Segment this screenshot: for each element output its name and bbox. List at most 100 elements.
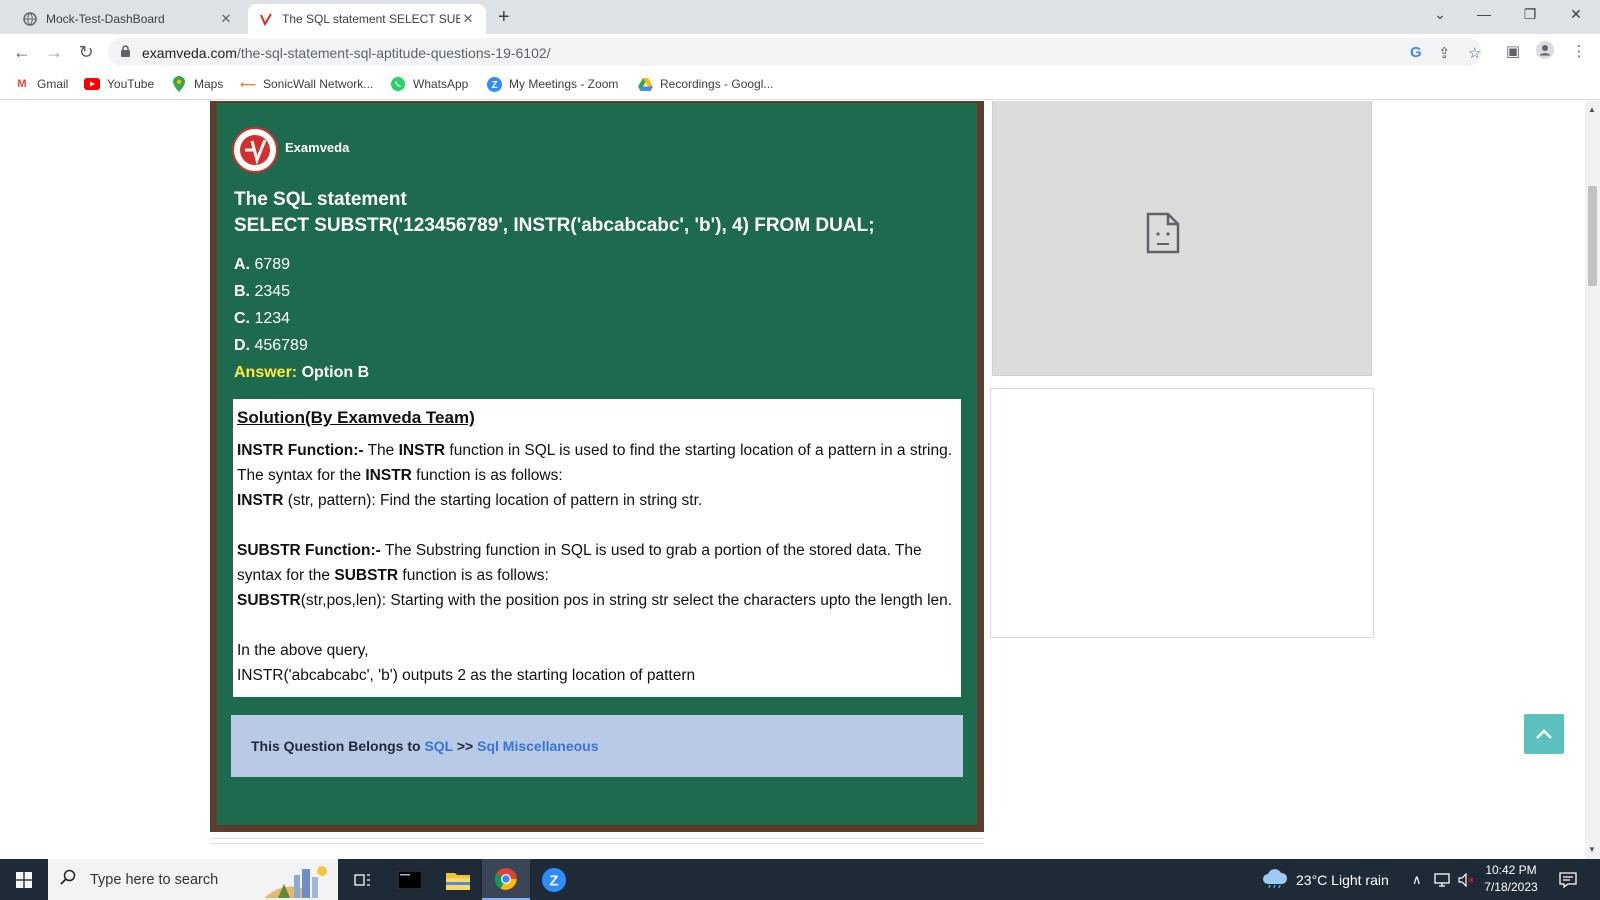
text: function is as follows: (398, 567, 549, 584)
text: The (363, 442, 399, 459)
bookmark-recordings[interactable]: Recordings - Googl... (637, 76, 773, 92)
scroll-to-top-button[interactable] (1524, 714, 1564, 754)
solution-panel: Solution(By Examveda Team) INSTR Functio… (233, 399, 961, 697)
option-key: D. (234, 337, 250, 354)
browser-menu-icon[interactable]: ⋮ (1568, 41, 1590, 63)
close-window-button[interactable]: ✕ (1564, 6, 1588, 23)
side-panel-icon[interactable]: ▣ (1502, 41, 1524, 63)
option-d[interactable]: D. 456789 (234, 332, 369, 359)
bookmark-star-icon[interactable]: ☆ (1468, 44, 1481, 62)
zoom-icon: Z (486, 76, 502, 92)
answer-label: Answer: (234, 364, 298, 381)
broken-page-icon (1146, 212, 1180, 259)
forward-button[interactable]: → (42, 40, 66, 64)
search-icon (60, 869, 80, 890)
question-category-bar: This Question Belongs to SQL >> Sql Misc… (231, 715, 963, 777)
reload-button[interactable]: ↻ (74, 40, 98, 64)
text: function is as follows: (411, 467, 563, 484)
options-list: A. 6789 B. 2345 C. 1234 D. 456789 Answer… (234, 251, 369, 386)
notifications-icon[interactable] (1548, 859, 1588, 900)
youtube-icon (84, 76, 100, 92)
query-intro: In the above query, (237, 642, 369, 659)
system-clock[interactable]: 10:42 PM 7/18/2023 (1476, 862, 1546, 896)
clock-time: 10:42 PM (1485, 863, 1537, 877)
bookmark-label: SonicWall Network... (263, 77, 374, 91)
weather-widget[interactable]: 23°C Light rain (1262, 859, 1389, 900)
bookmark-youtube[interactable]: YouTube (84, 76, 154, 92)
bookmark-label: Gmail (37, 77, 69, 91)
bookmark-whatsapp[interactable]: WhatsApp (390, 76, 468, 92)
option-c[interactable]: C. 1234 (234, 305, 369, 332)
bookmark-label: YouTube (107, 77, 155, 91)
url-host: examveda.com (142, 45, 237, 61)
bookmark-maps[interactable]: Maps (171, 76, 223, 92)
solution-heading: Solution(By Examveda Team) (237, 408, 475, 427)
profile-avatar-icon[interactable] (1534, 41, 1556, 63)
share-icon[interactable]: ⇪ (1438, 44, 1451, 62)
bookmark-zoom[interactable]: Z My Meetings - Zoom (486, 76, 618, 92)
back-button[interactable]: ← (10, 40, 34, 64)
google-translate-icon[interactable]: G (1410, 44, 1422, 61)
network-icon[interactable] (1434, 859, 1452, 900)
bookmarks-bar: M Gmail YouTube Maps ⟵ SonicWall Network… (0, 70, 1600, 100)
volume-muted-icon[interactable] (1458, 859, 1476, 900)
search-placeholder: Type here to search (90, 871, 219, 888)
keyword: SUBSTR (334, 567, 399, 584)
bookmark-label: My Meetings - Zoom (509, 77, 619, 91)
zoom-taskbar-icon[interactable]: Z (530, 859, 578, 900)
instr-heading: INSTR Function:- (237, 442, 364, 459)
tab-sql-statement[interactable]: The SQL statement SELECT SUBS ✕ (248, 4, 486, 34)
close-tab-icon[interactable]: ✕ (460, 11, 476, 27)
bookmark-gmail[interactable]: M Gmail (14, 76, 68, 92)
terminal-app-icon[interactable] (386, 859, 434, 900)
new-tab-button[interactable]: + (498, 6, 510, 29)
task-view-icon[interactable] (340, 859, 386, 900)
page-viewport: Examveda The SQL statement SELECT SUBSTR… (0, 101, 1585, 859)
option-text: 456789 (254, 337, 308, 354)
category-prefix: This Question Belongs to (251, 738, 425, 754)
option-b[interactable]: B. 2345 (234, 278, 369, 305)
option-text: 2345 (254, 283, 291, 300)
option-text: 6789 (254, 256, 291, 273)
category-link-sql[interactable]: SQL (424, 738, 453, 754)
lock-icon[interactable] (120, 45, 131, 63)
divider (210, 838, 984, 844)
bookmark-label: Maps (194, 77, 224, 91)
scroll-down-arrow-icon[interactable]: ▼ (1588, 845, 1596, 854)
show-hidden-icons-icon[interactable]: ∧ (1412, 859, 1422, 900)
instr-paragraph: INSTR Function:- The INSTR function in S… (237, 438, 957, 488)
question-board: Examveda The SQL statement SELECT SUBSTR… (210, 101, 984, 832)
keyword: INSTR (365, 467, 412, 484)
url-path: /the-sql-statement-sql-aptitude-question… (236, 45, 551, 61)
restore-button[interactable]: ❐ (1518, 6, 1542, 23)
bookmark-label: Recordings - Googl... (660, 77, 774, 91)
address-bar[interactable]: examveda.com/the-sql-statement-sql-aptit… (108, 38, 1482, 66)
minimize-button[interactable]: — (1472, 6, 1496, 22)
scrollbar-thumb[interactable] (1588, 186, 1597, 286)
category-link-sql-miscellaneous[interactable]: Sql Miscellaneous (477, 738, 598, 754)
close-tab-icon[interactable]: ✕ (218, 11, 234, 27)
tab-search-icon[interactable]: ⌄ (1428, 6, 1452, 23)
google-drive-icon (637, 76, 653, 92)
file-explorer-icon[interactable] (434, 859, 482, 900)
clock-date: 7/18/2023 (1484, 880, 1538, 894)
brand-name: Examveda (285, 140, 350, 155)
taskbar-search-box[interactable]: Type here to search (48, 859, 338, 900)
bookmark-label: WhatsApp (413, 77, 469, 91)
substr-heading: SUBSTR Function:- (237, 542, 381, 559)
windows-start-icon[interactable] (0, 859, 48, 900)
option-a[interactable]: A. 6789 (234, 251, 369, 278)
page-scrollbar[interactable]: ▲ ▼ (1585, 101, 1600, 859)
examveda-logo (232, 127, 278, 173)
sonicwall-icon: ⟵ (240, 78, 256, 91)
scroll-up-arrow-icon[interactable]: ▲ (1588, 105, 1596, 114)
tab-mock-test-dashboard[interactable]: Mock-Test-DashBoard ✕ (12, 4, 244, 34)
question-title: The SQL statement SELECT SUBSTR('1234567… (234, 187, 974, 239)
substr-paragraph: SUBSTR Function:- The Substring function… (237, 538, 957, 588)
svg-text:Z: Z (491, 80, 497, 91)
url-text: examveda.com/the-sql-statement-sql-aptit… (142, 45, 551, 61)
bookmark-sonicwall[interactable]: ⟵ SonicWall Network... (240, 76, 373, 92)
tab-strip: Mock-Test-DashBoard ✕ The SQL statement … (0, 0, 1600, 34)
chrome-taskbar-icon[interactable] (482, 859, 530, 900)
text: (str, pattern): Find the starting locati… (283, 492, 703, 509)
